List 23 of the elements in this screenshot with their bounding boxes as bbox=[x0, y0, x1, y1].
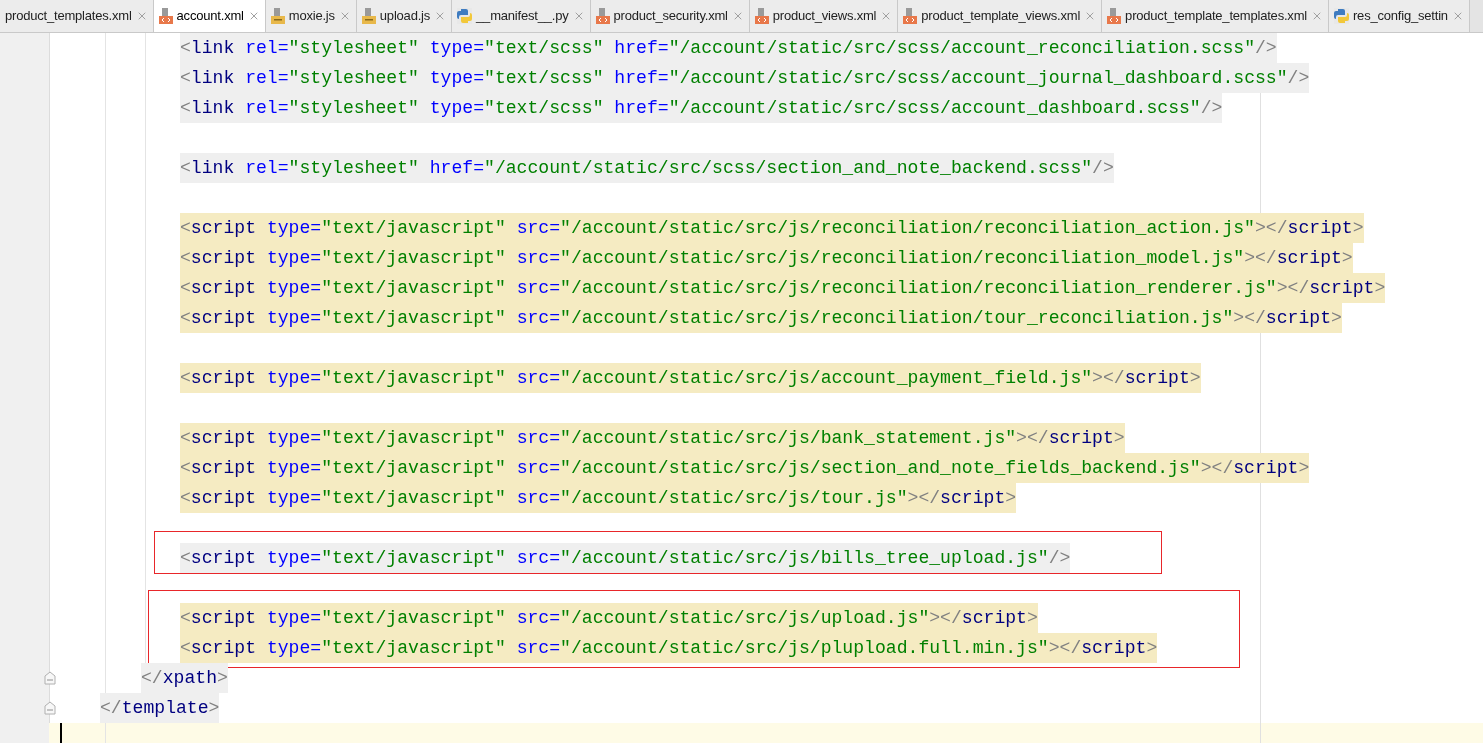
js-file-icon bbox=[270, 8, 285, 24]
xml-file-icon bbox=[158, 8, 173, 24]
js-file-icon bbox=[361, 8, 376, 24]
editor-tab[interactable]: account.xml bbox=[153, 0, 266, 32]
fold-marker-icon[interactable] bbox=[44, 671, 56, 685]
python-file-icon bbox=[457, 8, 473, 24]
editor-tab[interactable]: res_config_settin bbox=[1329, 0, 1470, 32]
editor-tab[interactable]: upload.js bbox=[356, 0, 453, 32]
editor-tab[interactable]: product_templates.xml bbox=[0, 0, 154, 32]
editor-tab[interactable]: moxie.js bbox=[265, 0, 357, 32]
text-cursor bbox=[60, 723, 62, 743]
editor-tab[interactable]: product_template_views.xml bbox=[898, 0, 1103, 32]
xml-file-icon bbox=[903, 8, 918, 24]
python-file-icon bbox=[1334, 8, 1349, 24]
xml-file-icon bbox=[754, 8, 769, 24]
editor-tab[interactable]: product_template_templates.xml bbox=[1102, 0, 1329, 32]
close-icon[interactable] bbox=[1311, 10, 1323, 22]
editor-tab[interactable]: product_security.xml bbox=[590, 0, 750, 32]
fold-marker-icon[interactable] bbox=[44, 701, 56, 715]
editor-tab[interactable]: product_views.xml bbox=[749, 0, 899, 32]
editor-tab[interactable]: __manifest__.py bbox=[452, 0, 591, 32]
xml-file-icon bbox=[1107, 8, 1122, 24]
xml-file-icon bbox=[595, 8, 610, 24]
